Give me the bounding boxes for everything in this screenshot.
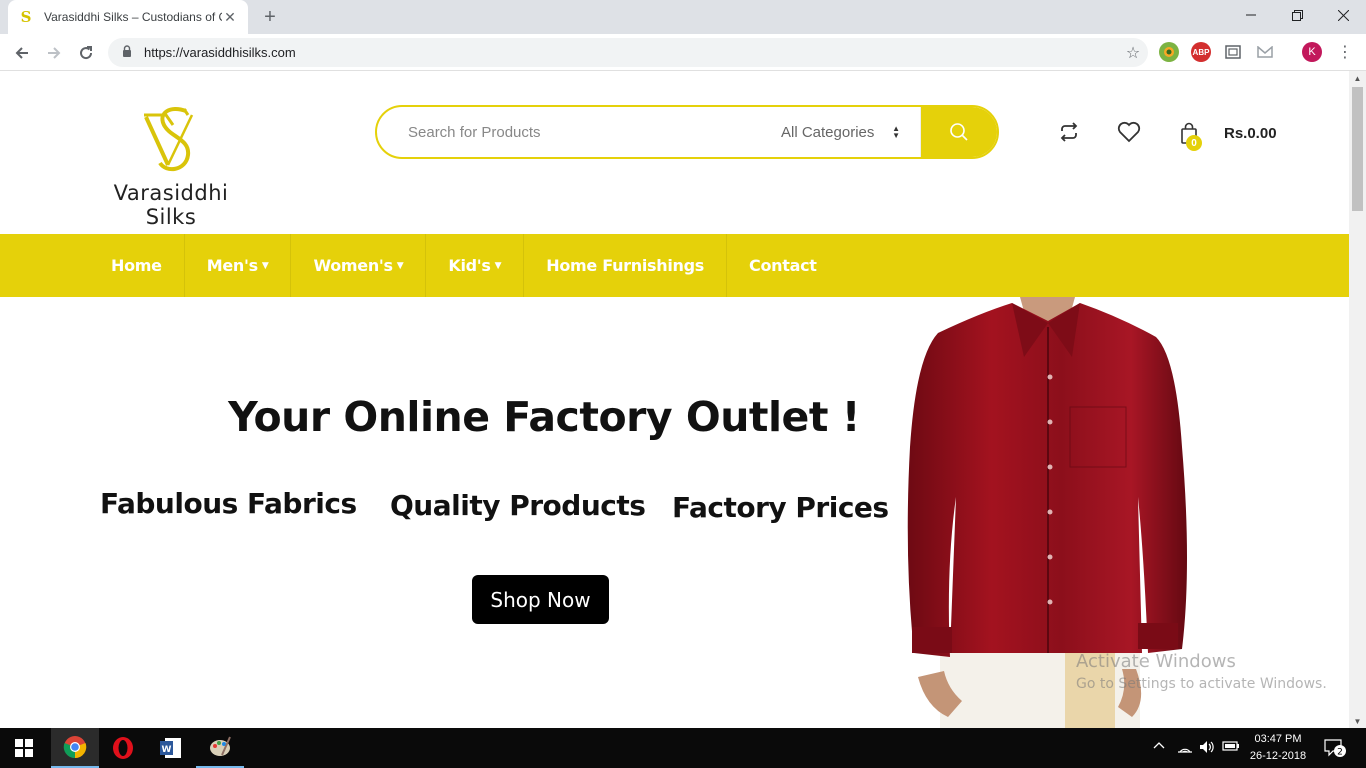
compare-button[interactable] [1056, 119, 1082, 145]
compare-arrows-icon [1060, 122, 1078, 142]
chrome-icon [63, 736, 87, 759]
profile-avatar[interactable]: K [1302, 42, 1322, 62]
cart-button[interactable]: 0 Rs.0.00 [1180, 119, 1277, 151]
screenshot-icon[interactable] [1223, 42, 1243, 62]
adblock-plus-icon[interactable]: ABP [1191, 42, 1211, 62]
nav-item-label: Women's [313, 256, 393, 275]
nav-item-mens[interactable]: Men's ▼ [185, 234, 292, 297]
back-button[interactable] [8, 39, 36, 67]
windows-taskbar: W 03:47 PM 26-12-2018 2 [0, 728, 1366, 768]
page-viewport: Varasiddhi Silks All Categories ▲▼ 0 Rs.… [0, 71, 1349, 728]
caret-down-icon: ▼ [494, 260, 502, 271]
gmail-icon[interactable] [1255, 42, 1275, 62]
restore-icon [1291, 9, 1303, 21]
search-button[interactable] [921, 107, 997, 157]
caret-down-icon: ▼ [261, 260, 269, 271]
restore-window-button[interactable] [1274, 0, 1320, 30]
nav-item-label: Home Furnishings [546, 256, 704, 275]
reload-icon [80, 46, 93, 60]
word-icon: W [160, 738, 181, 758]
scroll-down-arrow-icon[interactable]: ▼ [1349, 714, 1366, 728]
windows-logo-icon [15, 739, 33, 757]
notification-icon: 2 [1324, 739, 1346, 758]
nav-item-kids[interactable]: Kid's ▼ [426, 234, 525, 297]
clock-time: 03:47 PM [1254, 733, 1302, 745]
minimize-window-button[interactable] [1228, 0, 1274, 30]
nav-item-home-furnishings[interactable]: Home Furnishings [524, 234, 727, 297]
forward-button[interactable] [40, 39, 68, 67]
scroll-up-arrow-icon[interactable]: ▲ [1349, 71, 1366, 85]
main-navigation: Home Men's ▼ Women's ▼ Kid's ▼ Home Furnish… [0, 234, 1349, 297]
reload-button[interactable] [72, 39, 100, 67]
caret-down-icon: ▼ [396, 260, 404, 271]
nav-item-label: Men's [206, 256, 258, 275]
nav-item-home[interactable]: Home [89, 234, 185, 297]
chevron-up-icon [1153, 742, 1165, 749]
lock-icon [122, 45, 136, 60]
page-scrollbar[interactable]: ▲ ▼ [1349, 71, 1366, 728]
minimize-icon [1246, 14, 1256, 16]
hero-tagline-prices: Factory Prices [672, 491, 889, 524]
opera-icon [113, 737, 133, 759]
site-logo[interactable]: Varasiddhi Silks [88, 103, 254, 229]
notification-count: 2 [1337, 748, 1343, 758]
nav-item-label: Kid's [448, 256, 491, 275]
taskbar-chrome[interactable] [51, 728, 99, 768]
nav-item-label: Home [111, 256, 162, 275]
browser-tabstrip: S Varasiddhi Silks – Custodians of C ✕ + [0, 0, 1366, 34]
tab-title: Varasiddhi Silks – Custodians of C [44, 10, 222, 24]
vs-monogram-logo [144, 106, 194, 172]
arrow-right-icon [48, 47, 61, 59]
watermark-subtitle: Go to Settings to activate Windows. [1076, 676, 1327, 692]
new-tab-button[interactable]: + [258, 6, 282, 28]
url-text: https://varasiddhisilks.com [144, 45, 296, 60]
arrow-left-icon [15, 47, 28, 59]
browser-menu-icon[interactable]: ⋮ [1335, 40, 1355, 64]
action-center-button[interactable]: 2 [1324, 738, 1346, 761]
svg-text:W: W [162, 745, 172, 755]
browser-tab[interactable]: S Varasiddhi Silks – Custodians of C ✕ [8, 0, 248, 34]
wishlist-button[interactable] [1116, 119, 1142, 145]
battery-icon[interactable] [1222, 740, 1240, 755]
address-bar[interactable]: https://varasiddhisilks.com ☆ [108, 38, 1148, 67]
taskbar-paint[interactable] [196, 728, 244, 768]
brand-name: Varasiddhi Silks [113, 181, 229, 229]
cart-total: Rs.0.00 [1224, 124, 1277, 142]
nav-item-label: Contact [749, 256, 817, 275]
earth-extension-icon[interactable] [1159, 42, 1179, 62]
hero-tagline-quality: Quality Products [390, 489, 646, 522]
taskbar-word[interactable]: W [147, 728, 195, 768]
bookmark-star-icon[interactable]: ☆ [1118, 43, 1148, 63]
site-favicon-icon: S [20, 8, 32, 26]
search-icon [950, 123, 968, 141]
heart-icon [1117, 121, 1141, 143]
product-search-bar: All Categories ▲▼ [375, 105, 999, 159]
close-window-button[interactable] [1320, 0, 1366, 30]
watermark-title: Activate Windows [1076, 651, 1236, 672]
network-icon[interactable] [1177, 740, 1193, 757]
browser-toolbar: https://varasiddhisilks.com ☆ ABP K ⋮ [0, 34, 1366, 71]
close-tab-icon[interactable]: ✕ [222, 9, 238, 25]
hero-tagline-fabrics: Fabulous Fabrics [100, 487, 357, 520]
category-select-value: All Categories [781, 123, 875, 141]
start-button[interactable] [0, 728, 48, 768]
shop-now-button[interactable]: Shop Now [472, 575, 609, 624]
taskbar-clock[interactable]: 03:47 PM 26-12-2018 [1246, 731, 1310, 765]
paint-palette-icon [210, 736, 231, 756]
nav-item-womens[interactable]: Women's ▼ [291, 234, 427, 297]
select-arrows-icon: ▲ ▼ [892, 124, 900, 140]
category-select[interactable]: All Categories ▲ ▼ [771, 107, 921, 157]
show-hidden-icons-button[interactable] [1153, 740, 1165, 755]
search-input[interactable] [377, 107, 771, 157]
windows-activation-watermark: Activate Windows Go to Settings to activ… [1076, 651, 1327, 692]
clock-date: 26-12-2018 [1249, 750, 1307, 762]
cart-count-badge: 0 [1186, 135, 1202, 151]
nav-item-contact[interactable]: Contact [727, 234, 839, 297]
scrollbar-thumb[interactable] [1352, 87, 1363, 211]
taskbar-opera[interactable] [99, 728, 147, 768]
close-icon [1337, 9, 1349, 21]
volume-icon[interactable] [1199, 740, 1215, 757]
